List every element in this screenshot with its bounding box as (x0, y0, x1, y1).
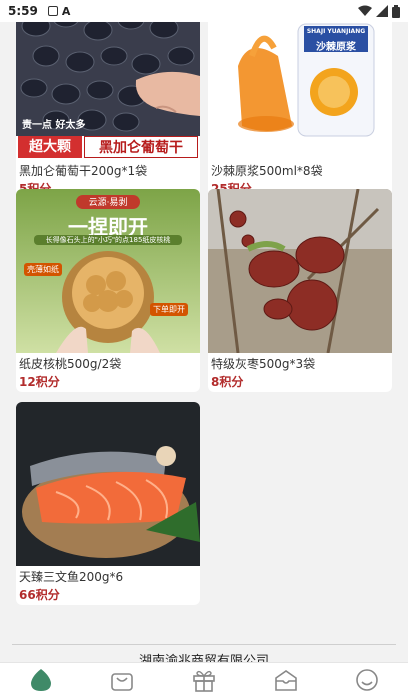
product-grid[interactable]: 责一点 好太多 超大颗 黑加仑葡萄干 黑加仑葡萄干200g*1袋 5积分 SHA… (0, 22, 408, 662)
product-points: 12积分 (19, 375, 60, 389)
product-image-salmon (16, 402, 200, 566)
signal-icon (376, 5, 388, 17)
pack-en-text: SHAJI YUANJIANG (306, 28, 366, 35)
product-name: 天臻三文鱼200g*6 (19, 570, 124, 584)
smile-icon (356, 669, 378, 691)
product-card-salmon[interactable]: 天臻三文鱼200g*6 66积分 (16, 402, 200, 605)
mailbox-icon (274, 670, 297, 691)
wifi-icon (358, 5, 372, 16)
banner-right-text: 黑加仑葡萄干 (84, 136, 198, 158)
product-card-seabuckthorn[interactable]: SHAJI YUANJIANG 沙棘原浆 沙棘原浆500ml*8袋 25积分 (208, 22, 392, 199)
product-points: 8积分 (211, 375, 244, 389)
battery-icon (392, 4, 400, 18)
notification-a-icon: A (61, 4, 71, 18)
salmon-picture (16, 402, 200, 566)
jujubes-picture (208, 189, 392, 353)
product-card-raisins[interactable]: 责一点 好太多 超大颗 黑加仑葡萄干 黑加仑葡萄干200g*1袋 5积分 (16, 22, 200, 199)
notification-square-icon (47, 6, 58, 16)
tab-gift[interactable] (184, 665, 224, 695)
footer-divider (12, 644, 396, 645)
tag-right-text: 下单即开 (150, 303, 188, 316)
product-image-raisins: 责一点 好太多 超大颗 黑加仑葡萄干 (16, 22, 200, 160)
status-time: 5:59 (8, 4, 38, 18)
tab-profile[interactable] (347, 665, 387, 695)
tag-top-text: 云源·易剥 (76, 195, 140, 209)
bottom-tab-bar (0, 662, 408, 697)
footer-company: 湖南渝兆商贸有限公司 (138, 654, 269, 662)
banner-left-text: 超大颗 (18, 136, 82, 158)
tab-shop[interactable] (102, 665, 142, 695)
product-points: 66积分 (19, 588, 60, 602)
status-bar: 5:59 A (0, 0, 408, 22)
product-card-walnuts[interactable]: 云源·易剥 一捏即开 长得像石头上的"小巧"的点185纸皮核桃 壳薄如纸 下单即… (16, 189, 200, 392)
product-card-jujubes[interactable]: 特级灰枣500g*3袋 8积分 (208, 189, 392, 392)
pack-cn-text: 沙棘原浆 (316, 42, 356, 53)
product-name: 纸皮核桃500g/2袋 (19, 357, 122, 371)
gift-icon (193, 670, 215, 692)
product-name: 沙棘原浆500ml*8袋 (211, 164, 323, 178)
product-image-seabuckthorn: SHAJI YUANJIANG 沙棘原浆 (208, 22, 392, 160)
bag-icon (111, 673, 134, 691)
banner-small-text: 责一点 好太多 (22, 120, 86, 131)
product-name: 特级灰枣500g*3袋 (211, 357, 316, 371)
product-name: 黑加仑葡萄干200g*1袋 (19, 164, 148, 178)
home-icon (30, 669, 51, 691)
product-image-jujubes (208, 189, 392, 353)
sub-text: 长得像石头上的"小巧"的点185纸皮核桃 (34, 235, 182, 245)
tag-left-text: 壳薄如纸 (24, 263, 62, 276)
tab-messages[interactable] (266, 665, 306, 695)
product-image-walnuts: 云源·易剥 一捏即开 长得像石头上的"小巧"的点185纸皮核桃 壳薄如纸 下单即… (16, 189, 200, 353)
tab-home[interactable] (21, 665, 61, 695)
status-icons (358, 4, 400, 18)
